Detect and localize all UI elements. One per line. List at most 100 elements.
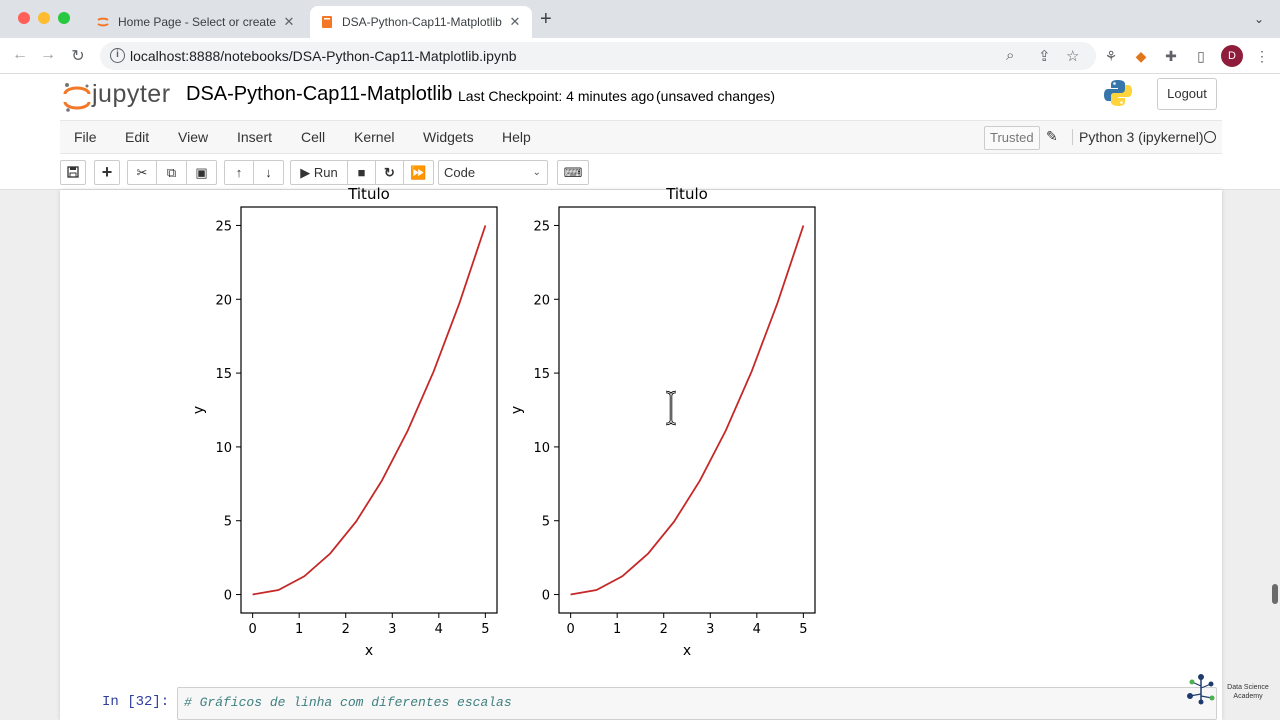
window-maximize-button[interactable] [58,12,70,24]
x-tick-label: 5 [799,622,807,637]
logout-button[interactable]: Logout [1157,78,1217,110]
y-tick-label: 5 [224,515,232,530]
restart-icon: ↻ [384,165,395,180]
cut-button[interactable]: ✂ [127,160,157,185]
save-button[interactable] [60,160,86,185]
browser-tab-home[interactable]: Home Page - Select or create a ✕ [86,6,306,38]
x-tick-label: 3 [706,622,714,637]
tab-search-icon[interactable]: ⌄ [1254,12,1264,26]
url-text: localhost:8888/notebooks/DSA-Python-Cap1… [130,48,517,64]
extension-sprout-icon[interactable]: ⚘ [1101,46,1121,66]
plot-area [558,206,816,614]
kernel-name[interactable]: Python 3 (ipykernel) [1072,129,1204,145]
chevron-down-icon: ⌄ [532,167,541,178]
share-icon[interactable]: ⇪ [1038,47,1051,65]
stop-icon: ■ [357,165,366,180]
x-tick-label: 4 [753,622,761,637]
copy-icon: ⧉ [166,165,177,180]
y-tick-label: 15 [215,367,232,382]
text-cursor-icon [665,390,677,426]
x-tick-label: 1 [613,622,621,637]
python-logo-icon [1104,80,1132,106]
watermark-text: Data Science Academy [1222,683,1274,701]
y-tick-label: 10 [215,441,232,456]
browser-menu-icon[interactable]: ⋮ [1252,46,1272,66]
paste-icon: ▣ [195,165,208,180]
kernel-idle-indicator-icon [1204,131,1216,143]
tab-title: DSA-Python-Cap11-Matplotlib [342,15,502,29]
run-label: Run [313,165,338,180]
menu-kernel[interactable]: Kernel [354,129,394,145]
profile-avatar[interactable]: D [1221,45,1243,67]
tab-close-icon[interactable]: ✕ [508,14,522,30]
url-bar[interactable]: i localhost:8888/notebooks/DSA-Python-Ca… [100,42,1096,70]
scissors-icon: ✂ [136,165,148,180]
y-tick-label: 25 [533,219,550,234]
forward-icon[interactable]: → [38,46,58,64]
x-tick-label: 0 [248,622,256,637]
x-tick-label: 1 [295,622,303,637]
window-close-button[interactable] [18,12,30,24]
chart-title: Titulo [347,185,390,203]
arrow-up-icon: ↑ [235,165,243,180]
y-tick-label: 0 [224,589,232,604]
window-minimize-button[interactable] [38,12,50,24]
menu-widgets[interactable]: Widgets [423,129,474,145]
arrow-down-icon: ↓ [265,165,272,180]
menu-edit[interactable]: Edit [125,129,149,145]
back-icon[interactable]: ← [10,46,30,64]
insert-cell-button[interactable]: + [94,160,120,185]
side-panel-icon[interactable]: ▯ [1191,46,1211,66]
menu-help[interactable]: Help [502,129,531,145]
new-tab-button[interactable]: + [540,9,552,29]
browser-tab-notebook[interactable]: DSA-Python-Cap11-Matplotlib ✕ [310,6,532,38]
y-axis-label: y [191,406,207,414]
checkpoint-status: Last Checkpoint: 4 minutes ago [458,88,655,104]
output-figure: Titulo 0 1 2 3 4 5 0 5 10 15 20 25 x y Titulo 0 1 2 3 4 5 0 5 10… [191,185,816,659]
y-tick-label: 25 [215,219,232,234]
zoom-icon[interactable]: ⌕ [1006,47,1014,64]
x-tick-label: 3 [388,622,396,637]
menu-cell[interactable]: Cell [301,129,325,145]
x-tick-label: 2 [660,622,668,637]
y-tick-label: 20 [533,293,550,308]
y-tick-label: 0 [542,589,550,604]
notebook-name[interactable]: DSA-Python-Cap11-Matplotlib [186,83,452,106]
play-icon: ▶ [300,165,311,180]
menu-insert[interactable]: Insert [237,129,272,145]
page-scrollbar[interactable] [1272,584,1278,604]
watermark-line-2: Academy [1233,693,1263,700]
tab-close-icon[interactable]: ✕ [282,14,296,30]
bookmark-star-icon[interactable]: ☆ [1066,47,1079,65]
jupyter-favicon-icon [97,17,109,27]
jupyter-logo-text: jupyter [92,80,171,108]
notebook-menubar: File Edit View Insert Cell Kernel Widget… [60,120,1222,154]
site-info-icon[interactable]: i [110,48,125,63]
x-tick-label: 2 [342,622,350,637]
y-tick-label: 10 [533,441,550,456]
trusted-indicator[interactable]: Trusted [984,126,1040,150]
notebook-favicon-icon [322,16,332,28]
cell-prompt: In [32]: [102,694,170,710]
extensions-puzzle-icon[interactable]: ✚ [1161,46,1181,66]
x-tick-label: 0 [566,622,574,637]
menu-view[interactable]: View [178,129,208,145]
x-axis-label: x [683,643,691,659]
menu-file[interactable]: File [74,129,97,145]
y-tick-label: 5 [542,515,550,530]
y-axis-label: y [509,406,525,414]
metamask-fox-icon[interactable]: ◆ [1131,46,1151,66]
watermark-line-1: Data Science [1227,684,1269,691]
autosave-status: (unsaved changes) [656,88,776,104]
fast-forward-icon: ⏩ [410,165,427,180]
chart-title: Titulo [665,185,708,203]
y-tick-label: 15 [533,367,550,382]
data-science-academy-logo-icon [1187,674,1215,705]
address-bar: ← → ↻ i localhost:8888/notebooks/DSA-Pyt… [0,38,1280,74]
keyboard-icon: ⌨ [563,165,583,180]
reload-icon[interactable]: ↻ [68,46,88,66]
code-cell-input[interactable]: # Gráficos de linha com diferentes escal… [177,687,1217,720]
code-comment: # Gráficos de linha com diferentes escal… [184,695,512,710]
x-axis-label: x [365,643,373,659]
tab-title: Home Page - Select or create a [118,15,276,29]
